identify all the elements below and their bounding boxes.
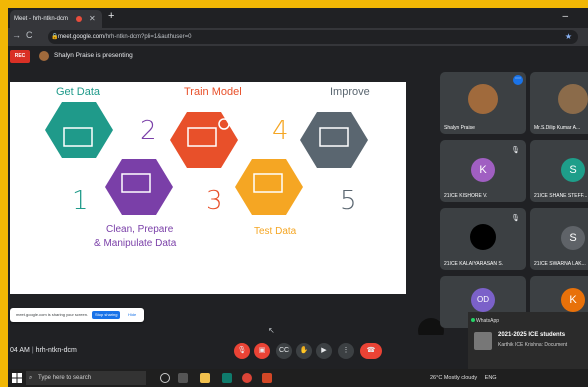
leave-call-button[interactable]: ☎ xyxy=(360,343,382,359)
mic-off-icon: 🎙 xyxy=(511,147,520,154)
participant-photo xyxy=(470,224,496,250)
cortana-icon[interactable] xyxy=(160,373,170,383)
new-tab-button[interactable]: + xyxy=(108,10,114,22)
step-label-manipulate-data: & Manipulate Data xyxy=(94,238,177,249)
notification-body: Karthik ICE Krishna: Document xyxy=(498,342,568,348)
meeting-time: 04 AM xyxy=(10,347,30,354)
step-label-improve: Improve xyxy=(330,86,370,98)
mic-off-icon: 🎙 xyxy=(511,215,520,222)
browser-toolbar: → C 🔒 meet.google.com/hrh-ntkn-dcm?pli=1… xyxy=(8,28,588,46)
step-label-test-data: Test Data xyxy=(254,226,297,237)
participant-tile[interactable]: S 21ICE SWARNA LAK... xyxy=(530,208,588,270)
group-avatar xyxy=(474,332,492,350)
browser-tab-strip: Meet - hrh-ntkn-dcm ✕ + – xyxy=(8,8,588,28)
hex-improve xyxy=(300,112,368,168)
camera-toggle-button[interactable]: ▣ xyxy=(254,343,270,359)
participant-photo xyxy=(468,84,498,114)
close-tab-icon[interactable]: ✕ xyxy=(89,10,96,28)
stop-sharing-button[interactable]: Stop sharing xyxy=(92,311,121,319)
address-bar[interactable]: 🔒 meet.google.com/hrh-ntkn-dcm?pli=1&aut… xyxy=(48,30,578,44)
participant-name: 21ICE KISHORE V. xyxy=(444,193,488,199)
participant-avatar: S xyxy=(561,226,585,250)
hex-get-data xyxy=(45,102,113,158)
bookmark-star-icon[interactable]: ★ xyxy=(565,30,572,44)
screen-share-notice: meet.google.com is sharing your screen. … xyxy=(10,308,144,322)
language-indicator: ENG xyxy=(484,375,497,381)
meeting-code: hrh-ntkn-dcm xyxy=(35,347,77,354)
windows-taskbar: ⌕ Type here to search 26°C Mostly cloudy… xyxy=(8,369,588,387)
mic-toggle-button[interactable]: 🎙 xyxy=(234,343,250,359)
lock-icon: 🔒 xyxy=(51,34,59,40)
step-label-train-model: Train Model xyxy=(184,86,242,98)
participant-avatar: K xyxy=(471,158,495,182)
store-icon[interactable] xyxy=(222,373,232,383)
window-controls[interactable]: – xyxy=(562,11,580,22)
participant-name: Shalyn Praise xyxy=(444,125,475,131)
system-tray[interactable]: 26°C Mostly cloudy ENG xyxy=(430,369,497,387)
participant-tile[interactable]: 🎙 21ICE KALAIYARASAN S. xyxy=(440,208,526,270)
reload-icon[interactable]: C xyxy=(26,30,33,40)
whatsapp-icon xyxy=(471,318,475,322)
search-icon: ⌕ xyxy=(29,375,33,381)
participant-name: Mr.S.Dilip Kumar A... xyxy=(534,125,581,131)
raise-hand-button[interactable]: ✋ xyxy=(296,343,312,359)
step-number-2: 2 xyxy=(140,116,157,146)
step-number-1: 1 xyxy=(72,186,89,216)
step-label-get-data: Get Data xyxy=(56,86,101,98)
participant-name: 21ICE SHANE STEFF... xyxy=(534,193,588,199)
participant-avatar: S xyxy=(561,158,585,182)
url-path: /hrh-ntkn-dcm?pli=1&authuser=0 xyxy=(104,34,192,40)
participant-tile[interactable]: S 21ICE SHANE STEFF... xyxy=(530,140,588,202)
participant-name: 21ICE SWARNA LAK... xyxy=(534,261,586,267)
share-message: meet.google.com is sharing your screen. xyxy=(16,312,89,317)
windows-start-icon[interactable] xyxy=(12,373,22,383)
participant-tile[interactable]: K 🎙 21ICE KISHORE V. xyxy=(440,140,526,202)
presenting-banner: Shalyn Praise is presenting xyxy=(54,52,133,59)
more-options-icon[interactable]: ⋯ xyxy=(513,75,523,85)
recording-indicator-icon xyxy=(76,16,82,22)
participant-tile[interactable]: Mr.S.Dilip Kumar A... xyxy=(530,72,588,134)
step-number-4: 4 xyxy=(272,116,289,146)
participant-avatar: K xyxy=(561,288,585,312)
search-placeholder: Type here to search xyxy=(38,375,92,381)
meeting-info: 04 AM | hrh-ntkn-dcm xyxy=(10,347,77,354)
chrome-icon[interactable] xyxy=(242,373,252,383)
presentation-slide: Get Data Train Model Improve Clean, Prep… xyxy=(10,82,406,294)
url-host: meet.google.com xyxy=(58,34,105,40)
notification-app: WhatsApp xyxy=(476,318,500,324)
notification-title: 2021-2025 ICE students xyxy=(498,332,566,338)
tab-title: Meet - hrh-ntkn-dcm xyxy=(14,16,69,22)
weather-status: 26°C Mostly cloudy xyxy=(430,375,478,381)
whatsapp-notification[interactable]: WhatsApp 2021-2025 ICE students Karthik … xyxy=(468,312,588,370)
powerpoint-icon[interactable] xyxy=(262,373,272,383)
presenter-avatar xyxy=(39,51,49,61)
participant-avatar: OD xyxy=(471,288,495,312)
file-explorer-icon[interactable] xyxy=(200,373,210,383)
present-button[interactable]: ▶ xyxy=(316,343,332,359)
mouse-cursor-icon: ↖ xyxy=(268,326,275,335)
forward-icon[interactable]: → xyxy=(12,30,21,40)
captions-button[interactable]: CC xyxy=(276,343,292,359)
hex-clean-prepare xyxy=(105,159,173,215)
hex-test-data xyxy=(235,159,303,215)
task-view-icon[interactable] xyxy=(178,373,188,383)
participant-photo xyxy=(558,84,588,114)
participant-tile[interactable]: ⋯ Shalyn Praise xyxy=(440,72,526,134)
recording-badge: REC xyxy=(10,50,30,63)
more-options-button[interactable]: ⋮ xyxy=(338,343,354,359)
hide-button[interactable]: Hide xyxy=(128,308,136,322)
browser-tab[interactable]: Meet - hrh-ntkn-dcm ✕ xyxy=(10,10,102,28)
step-number-3: 3 xyxy=(206,186,223,216)
participant-name: 21ICE KALAIYARASAN S. xyxy=(444,261,504,267)
step-label-clean-prepare: Clean, Prepare xyxy=(106,224,174,235)
taskbar-search[interactable]: ⌕ Type here to search xyxy=(26,371,146,385)
step-number-5: 5 xyxy=(340,186,357,216)
presentation-stage: Get Data Train Model Improve Clean, Prep… xyxy=(8,72,444,344)
